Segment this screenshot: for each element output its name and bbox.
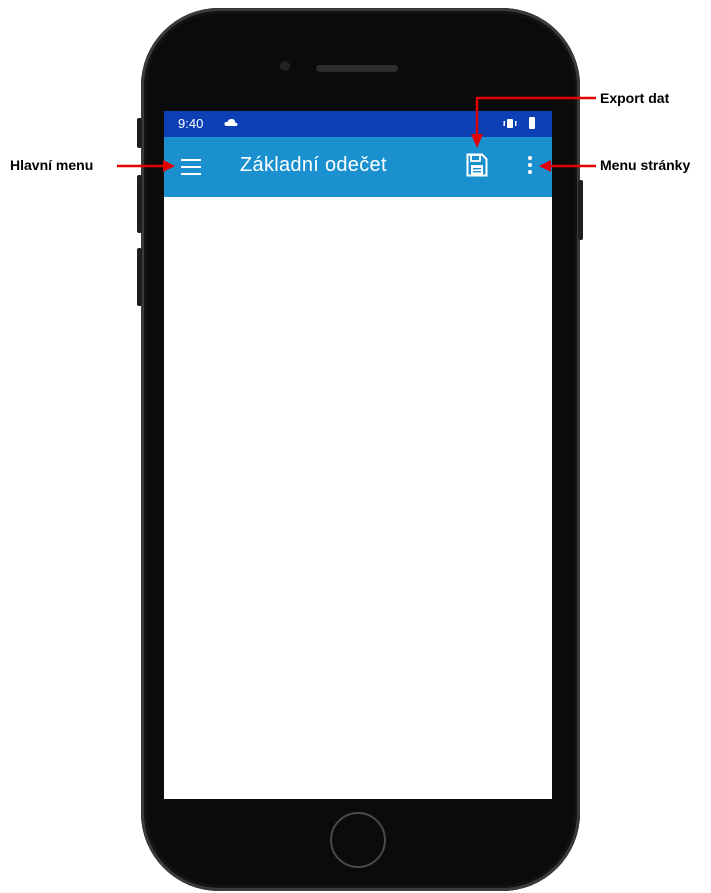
- arrow-export: [471, 96, 596, 148]
- more-vert-icon[interactable]: [528, 156, 532, 177]
- side-button-volume-down: [137, 248, 142, 306]
- side-button-mute: [137, 118, 142, 148]
- home-button[interactable]: [330, 812, 386, 868]
- floppy-disk-save-icon[interactable]: [466, 153, 488, 177]
- status-time: 9:40: [178, 116, 204, 131]
- hamburger-menu-icon[interactable]: [181, 159, 201, 175]
- arrow-page-menu: [539, 160, 596, 172]
- phone-screen: 9:40 Základní odečet: [164, 111, 552, 799]
- earpiece-speaker: [316, 65, 398, 72]
- side-button-volume-up: [137, 175, 142, 233]
- side-button-power: [578, 180, 583, 240]
- callout-main-menu: Hlavní menu: [10, 157, 94, 173]
- arrow-main-menu: [117, 160, 175, 172]
- callout-page-menu: Menu stránky: [600, 157, 691, 173]
- cloud-icon: [224, 118, 238, 126]
- callout-export: Export dat: [600, 90, 670, 106]
- page-title: Základní odečet: [240, 154, 387, 176]
- front-camera: [280, 61, 290, 71]
